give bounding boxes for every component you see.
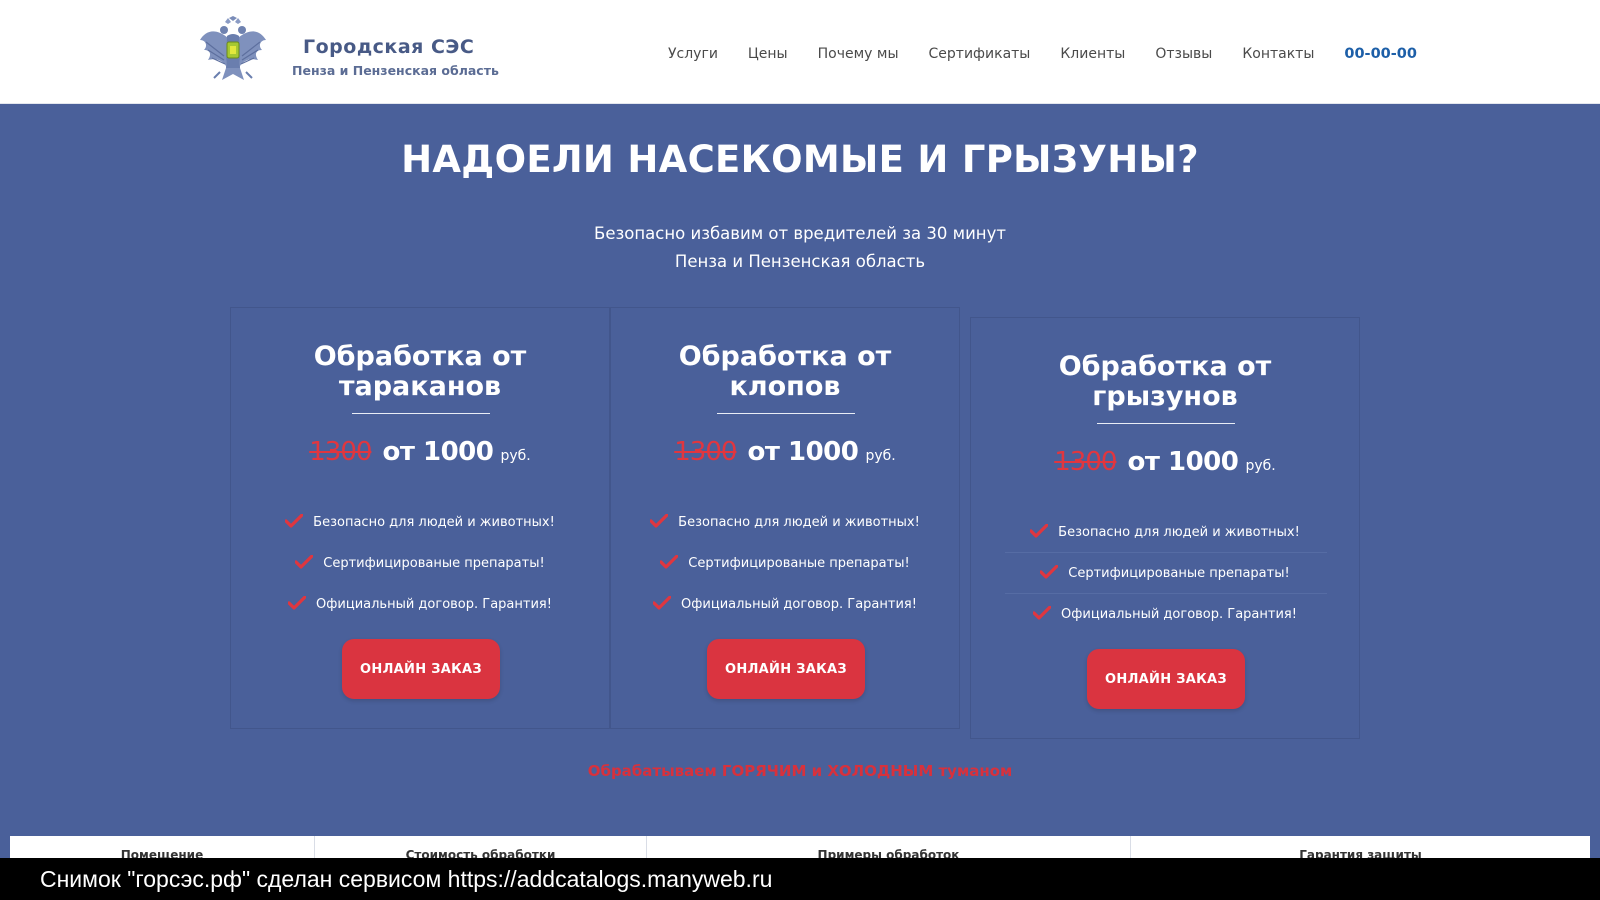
feature-text: Сертифицированые препараты! — [1068, 566, 1290, 581]
price-row: 1300 от 1000 руб. — [971, 447, 1359, 477]
nav-item-clients[interactable]: Клиенты — [1060, 46, 1125, 62]
service-card-bedbugs: Обработка от клопов 1300 от 1000 руб. Бе… — [610, 307, 960, 729]
tab-protection-guarantee[interactable]: Гарантия защиты — [1131, 836, 1590, 862]
check-icon — [288, 596, 307, 610]
feature-text: Официальный договор. Гарантия! — [316, 597, 552, 612]
feature-item: Сертифицированые препараты! — [231, 555, 609, 571]
card-title-line2: тараканов — [338, 371, 502, 402]
feature-item: Официальный договор. Гарантия! — [231, 596, 609, 612]
feature-item: Официальный договор. Гарантия! — [611, 596, 959, 612]
feature-item: Безопасно для людей и животных! — [611, 514, 959, 530]
screenshot-caption-bar: Снимок "горсэс.рф" сделан сервисом https… — [0, 858, 1600, 900]
check-icon — [1033, 606, 1052, 620]
feature-text: Сертифицированые препараты! — [323, 556, 545, 571]
check-icon — [1030, 524, 1049, 538]
old-price: 1300 — [674, 437, 737, 467]
old-price: 1300 — [309, 437, 372, 467]
feature-text: Сертифицированые препараты! — [688, 556, 910, 571]
card-title: Обработка от тараканов — [231, 342, 609, 402]
feature-item: Безопасно для людей и животных! — [231, 514, 609, 530]
main-nav: Услуги Цены Почему мы Сертификаты Клиент… — [668, 44, 1417, 64]
card-divider — [352, 413, 490, 414]
card-title-line1: Обработка от — [678, 341, 892, 372]
service-card-rodents: Обработка от грызунов 1300 от 1000 руб. … — [970, 317, 1360, 739]
hero-subtitle-line2: Пенза и Пензенская область — [674, 252, 926, 271]
tab-treatment-examples[interactable]: Примеры обработок — [647, 836, 1131, 862]
price-unit: руб. — [500, 448, 531, 464]
check-icon — [660, 555, 679, 569]
feature-text: Безопасно для людей и животных! — [1058, 525, 1300, 540]
new-price: от 1000 — [747, 437, 859, 467]
feature-item: Безопасно для людей и животных! — [971, 524, 1359, 540]
nav-item-services[interactable]: Услуги — [668, 46, 718, 62]
feature-divider — [1005, 552, 1327, 553]
new-price: от 1000 — [382, 437, 494, 467]
feature-text: Безопасно для людей и животных! — [678, 515, 920, 530]
check-icon — [285, 514, 304, 528]
feature-item: Официальный договор. Гарантия! — [971, 606, 1359, 622]
hero-subtitle-line1: Безопасно избавим от вредителей за 30 ми… — [594, 224, 1006, 243]
card-divider — [717, 413, 855, 414]
card-title-line2: клопов — [729, 371, 841, 402]
price-unit: руб. — [865, 448, 896, 464]
card-title-line1: Обработка от — [1058, 351, 1272, 382]
card-title-line2: грызунов — [1092, 381, 1238, 412]
card-title: Обработка от клопов — [611, 342, 959, 402]
price-row: 1300 от 1000 руб. — [611, 437, 959, 467]
online-order-button[interactable]: ОНЛАЙН ЗАКАЗ — [342, 639, 500, 699]
nav-item-why-us[interactable]: Почему мы — [818, 46, 899, 62]
site-header: Городская СЭС Пенза и Пензенская область… — [0, 0, 1600, 104]
bottom-tab-strip: Помещение Стоимость обработки Примеры об… — [10, 836, 1590, 862]
check-icon — [653, 596, 672, 610]
old-price: 1300 — [1054, 447, 1117, 477]
double-headed-eagle-emblem-icon[interactable] — [198, 16, 268, 88]
service-card-cockroaches: Обработка от тараканов 1300 от 1000 руб.… — [230, 307, 610, 729]
nav-item-prices[interactable]: Цены — [748, 46, 788, 62]
feature-divider — [1005, 593, 1327, 594]
feature-text: Официальный договор. Гарантия! — [681, 597, 917, 612]
tab-treatment-cost[interactable]: Стоимость обработки — [315, 836, 647, 862]
price-unit: руб. — [1245, 458, 1276, 474]
feature-item: Сертифицированые препараты! — [971, 565, 1359, 581]
card-title-line1: Обработка от — [313, 341, 527, 372]
online-order-button[interactable]: ОНЛАЙН ЗАКАЗ — [707, 639, 865, 699]
fog-treatment-text: Обрабатываем ГОРЯЧИМ и ХОЛОДНЫМ туманом — [587, 762, 1013, 780]
feature-text: Официальный договор. Гарантия! — [1061, 607, 1297, 622]
brand-title: Городская СЭС — [303, 36, 475, 58]
tab-premises[interactable]: Помещение — [10, 836, 315, 862]
caption-text: Снимок "горсэс.рф" сделан сервисом https… — [40, 866, 773, 892]
phone-link[interactable]: 00-00-00 — [1344, 46, 1417, 62]
check-icon — [650, 514, 669, 528]
feature-item: Сертифицированые препараты! — [611, 555, 959, 571]
card-divider — [1097, 423, 1235, 424]
check-icon — [1040, 565, 1059, 579]
price-row: 1300 от 1000 руб. — [231, 437, 609, 467]
card-title: Обработка от грызунов — [971, 352, 1359, 412]
brand-subtitle: Пенза и Пензенская область — [292, 63, 499, 78]
hero-title: НАДОЕЛИ НАСЕКОМЫЕ И ГРЫЗУНЫ? — [401, 138, 1199, 181]
online-order-button[interactable]: ОНЛАЙН ЗАКАЗ — [1087, 649, 1245, 709]
new-price: от 1000 — [1127, 447, 1239, 477]
feature-text: Безопасно для людей и животных! — [313, 515, 555, 530]
check-icon — [295, 555, 314, 569]
nav-item-contacts[interactable]: Контакты — [1242, 46, 1314, 62]
nav-item-reviews[interactable]: Отзывы — [1155, 46, 1212, 62]
nav-item-certificates[interactable]: Сертификаты — [929, 46, 1031, 62]
